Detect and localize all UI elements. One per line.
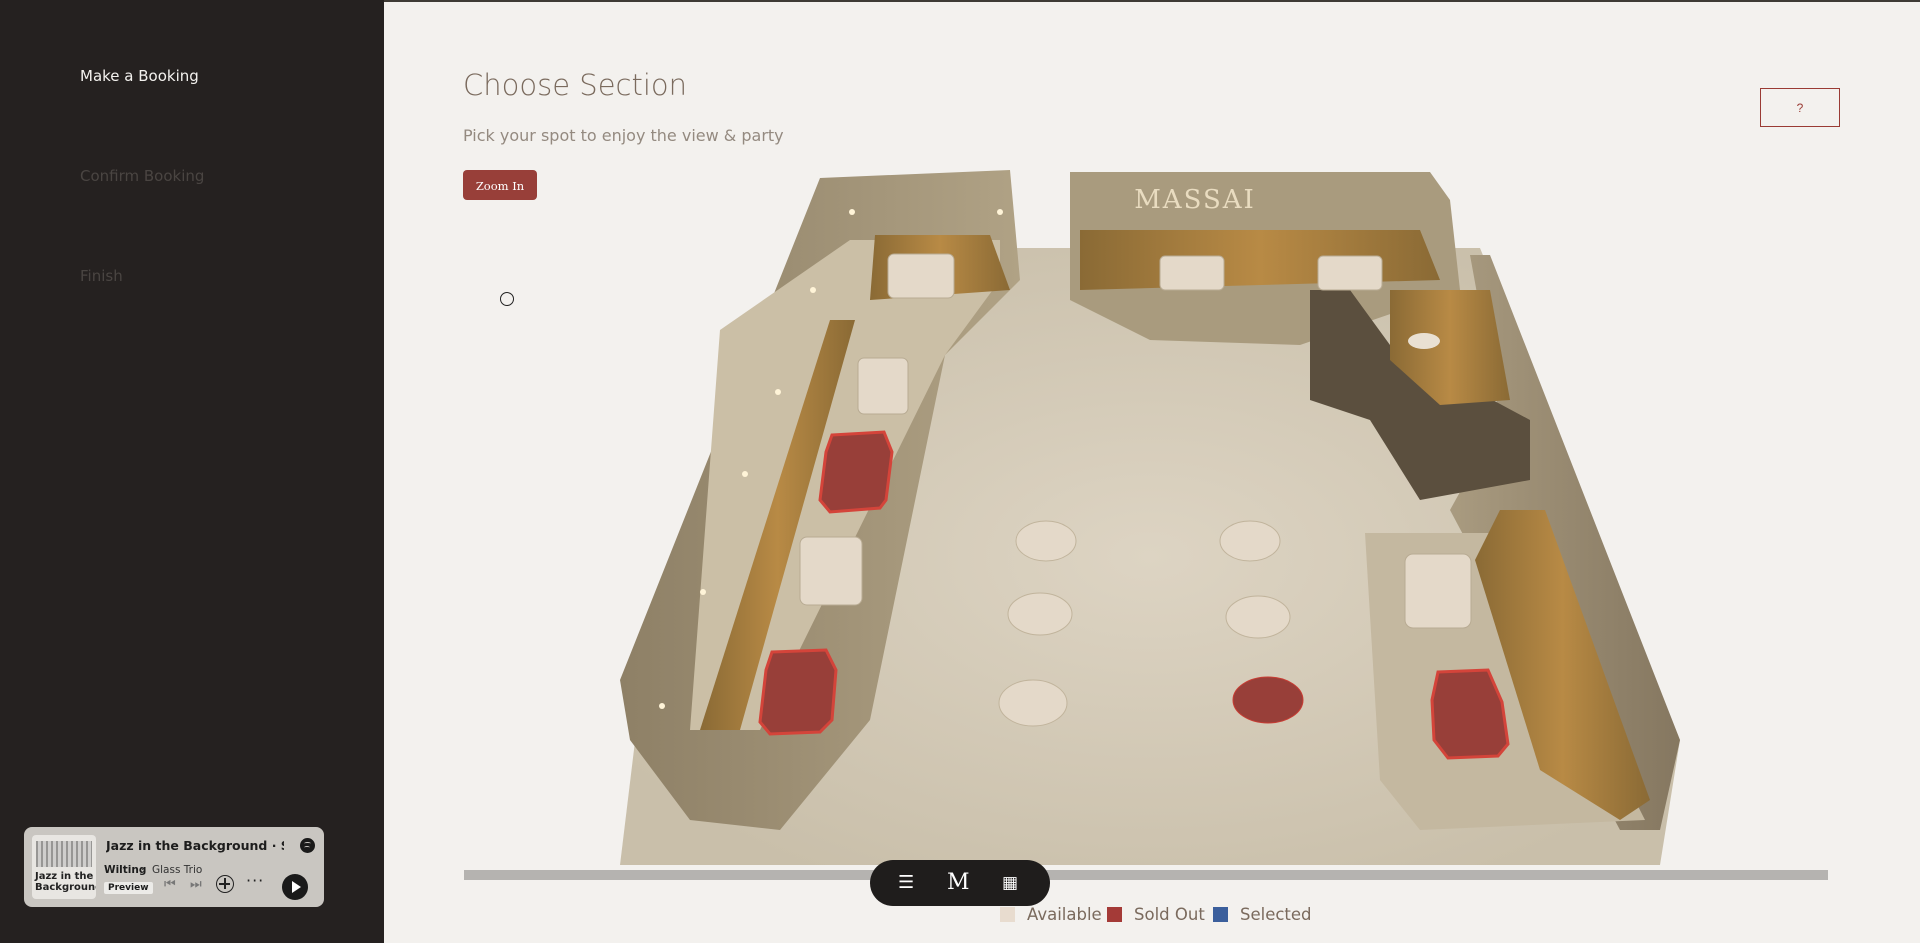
legend-available-swatch [1000,907,1015,922]
booth-top-left[interactable] [887,253,955,299]
logo-icon[interactable]: M [947,871,970,895]
horizontal-scrollbar[interactable] [464,870,1828,880]
cursor-indicator [500,292,514,306]
booth-top-right[interactable] [1317,255,1383,291]
legend-selected: Selected [1240,905,1312,924]
calendar-icon[interactable]: ▦ [1002,871,1018,895]
top-sofa [1080,230,1440,290]
table-left-4-sold-out[interactable] [758,648,838,736]
legend-selected-swatch [1213,907,1228,922]
venue-sign: MASSAI [1134,185,1256,215]
menu-icon[interactable]: ☰ [898,871,914,895]
legend-sold-out: Sold Out [1134,905,1205,924]
booth-top-center[interactable] [1159,255,1225,291]
legend-sold-out-swatch [1107,907,1122,922]
legend-available: Available [1027,905,1102,924]
bar-stool [1408,333,1440,349]
bottom-toolbar: ☰ M ▦ [870,860,1050,906]
table-left-2-sold-out[interactable] [818,430,894,514]
venue-floor-plan: MASSAI [620,170,1680,865]
table-left-1[interactable] [857,357,909,415]
table-right-1[interactable] [1404,553,1472,629]
table-left-3[interactable] [799,536,863,606]
